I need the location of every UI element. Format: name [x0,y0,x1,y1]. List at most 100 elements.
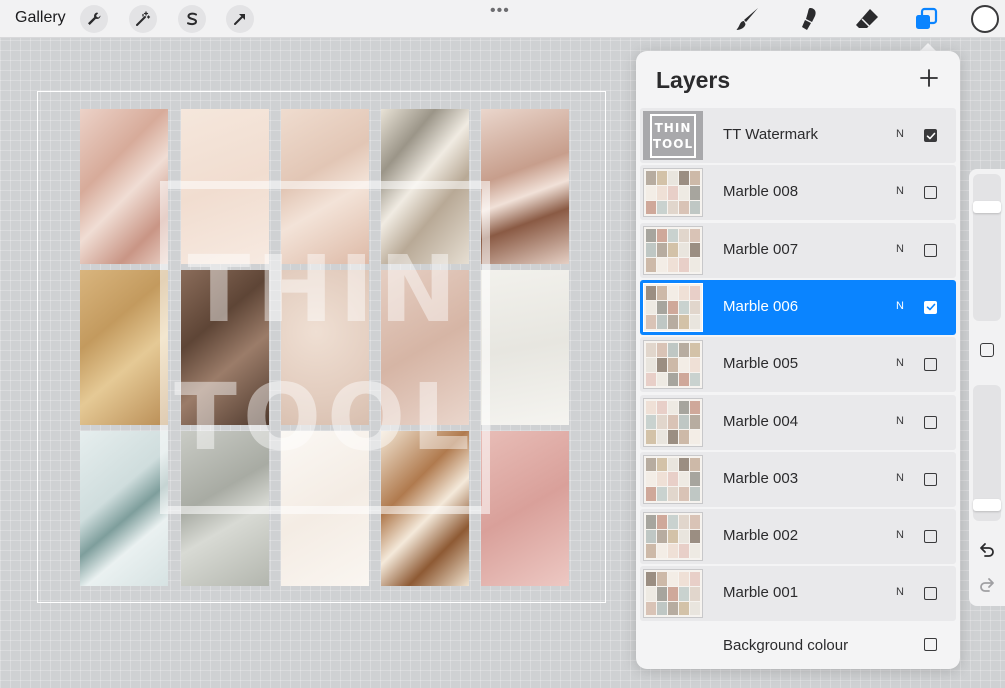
selection-s-icon[interactable] [178,5,206,33]
blend-mode-button[interactable]: N [896,185,904,197]
blend-mode-button[interactable]: N [896,415,904,427]
thumbnail-swatch [646,529,656,544]
thumbnail-swatch [657,372,667,387]
thumbnail-swatch [668,171,678,185]
visibility-checkbox[interactable] [924,300,937,314]
layer-name: Marble 003 [723,469,799,487]
thumbnail-swatch [679,429,689,444]
visibility-checkbox[interactable] [924,415,937,429]
visibility-checkbox[interactable] [924,530,937,544]
undo-icon[interactable] [978,541,996,559]
thumbnail-swatch [679,515,689,529]
layer-thumbnail[interactable] [643,397,703,447]
transform-arrow-icon[interactable] [226,5,254,33]
visibility-checkbox[interactable] [924,129,937,142]
thumbnail-swatch [668,343,678,357]
layer-row[interactable]: Marble 003 N [640,451,956,507]
side-toolbar [969,169,1005,606]
marble-tile [80,431,168,586]
checkmark-icon [926,304,935,311]
thumbnail-swatch [657,300,667,315]
thumbnail-swatch [646,315,656,329]
visibility-checkbox[interactable] [924,186,937,200]
visibility-checkbox[interactable] [924,638,937,651]
thumbnail-swatch [657,243,667,257]
thumbnail-swatch [646,185,656,200]
layer-row[interactable]: Marble 006 N [640,279,956,335]
brush-size-thumb[interactable] [973,201,1001,213]
add-layer-button[interactable] [916,65,942,91]
marble-tile [80,270,168,425]
layer-thumbnail[interactable] [643,340,703,390]
thumbnail-swatch [690,457,700,472]
blend-mode-button[interactable]: N [896,472,904,484]
visibility-checkbox[interactable] [924,472,937,486]
layer-thumbnail[interactable] [643,282,703,332]
thumbnail-swatch [679,487,689,501]
layer-thumbnail[interactable] [643,454,703,504]
thumbnail-swatch [668,457,678,472]
thumbnail-swatch [657,457,667,472]
brush-size-slider[interactable] [973,174,1001,321]
brush-icon[interactable] [733,4,763,34]
layer-row[interactable]: Marble 002 N [640,509,956,565]
thumbnail-swatch [690,171,700,185]
layer-row[interactable]: Marble 007 N [640,222,956,278]
thumbnail-swatch [690,544,700,559]
modify-button[interactable] [980,343,994,357]
more-options-icon[interactable]: ••• [490,2,510,20]
thumbnail-swatch [679,372,689,387]
blend-mode-button[interactable]: N [896,243,904,255]
adjustments-wand-icon[interactable] [129,5,157,33]
thumbnail-swatch [690,372,700,387]
blend-mode-button[interactable]: N [896,357,904,369]
thumbnail-swatch [690,185,700,200]
layer-thumbnail[interactable] [643,225,703,275]
eraser-icon[interactable] [852,4,882,34]
visibility-checkbox[interactable] [924,587,937,601]
layer-thumbnail[interactable] [643,512,703,562]
thumbnail-swatch [679,343,689,357]
layer-row[interactable]: Marble 005 N [640,337,956,393]
thumbnail-swatch [679,587,689,601]
thumbnail-swatch [668,429,678,444]
blend-mode-button[interactable]: N [896,529,904,541]
smudge-icon[interactable] [793,4,823,34]
layer-thumbnail[interactable] [643,168,703,218]
color-swatch[interactable] [971,5,999,33]
thumbnail-swatch [646,343,656,357]
actions-wrench-icon[interactable] [80,5,108,33]
layers-title: Layers [656,67,731,93]
thumbnail-swatch [668,529,678,544]
redo-icon[interactable] [978,576,996,594]
visibility-checkbox[interactable] [924,358,937,372]
thumbnail-swatch [646,300,656,315]
thumbnail-swatch [679,185,689,200]
thumbnail-swatch [668,487,678,501]
layer-thumbnail[interactable]: THIN TOOL [643,111,703,160]
thumbnail-swatch [657,429,667,444]
layer-row[interactable]: THIN TOOL TT Watermark N [640,108,956,163]
thumbnail-swatch [679,457,689,472]
blend-mode-button[interactable]: N [896,300,904,312]
gallery-button[interactable]: Gallery [15,9,66,27]
layer-row[interactable]: Marble 001 N [640,566,956,622]
thumbnail-swatch [668,472,678,487]
layer-row[interactable]: Marble 008 N [640,165,956,221]
thumbnail-swatch [690,357,700,372]
layer-row[interactable]: Marble 004 N [640,394,956,450]
thumbnail-swatch [668,544,678,559]
thumbnail-swatch [646,200,656,215]
thumbnail-swatch [679,315,689,329]
thumbnail-swatch [679,572,689,587]
blend-mode-button[interactable]: N [896,128,904,140]
visibility-checkbox[interactable] [924,243,937,257]
thumbnail-text: TOOL [652,136,694,151]
thumbnail-swatch [679,415,689,429]
opacity-thumb[interactable] [973,499,1001,512]
background-colour-row[interactable]: Background colour [640,623,956,667]
blend-mode-button[interactable]: N [896,586,904,598]
thumbnail-swatch [646,587,656,601]
layer-thumbnail[interactable] [643,569,703,619]
layers-icon[interactable] [911,4,941,34]
